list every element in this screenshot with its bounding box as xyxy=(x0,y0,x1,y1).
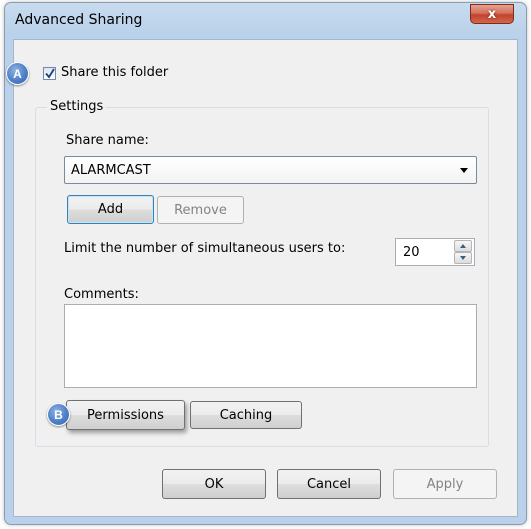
user-limit-spinner[interactable] xyxy=(453,238,475,266)
comments-label: Comments: xyxy=(64,287,139,302)
spin-up-button[interactable] xyxy=(454,240,472,252)
add-button[interactable]: Add xyxy=(67,195,154,224)
ok-button[interactable]: OK xyxy=(162,469,266,499)
cancel-button-label: Cancel xyxy=(306,476,352,492)
user-limit-value: 20 xyxy=(403,245,420,260)
window-title: Advanced Sharing xyxy=(15,12,143,28)
callout-a-badge: A xyxy=(6,62,29,85)
cancel-button[interactable]: Cancel xyxy=(277,469,381,499)
settings-group-title: Settings xyxy=(47,99,107,114)
dropdown-arrow-icon[interactable] xyxy=(460,168,468,173)
apply-button-label: Apply xyxy=(426,476,464,492)
spin-down-button[interactable] xyxy=(454,252,472,264)
callout-b-badge: B xyxy=(47,403,70,426)
share-folder-label[interactable]: Share this folder xyxy=(61,65,168,80)
share-name-label: Share name: xyxy=(66,133,149,148)
permissions-button[interactable]: Permissions xyxy=(66,400,185,430)
permissions-button-label: Permissions xyxy=(87,407,164,423)
caching-button-label: Caching xyxy=(219,407,273,423)
remove-button-label: Remove xyxy=(174,202,227,218)
caching-button[interactable]: Caching xyxy=(190,401,302,429)
share-name-combobox[interactable]: ALARMCAST xyxy=(64,156,477,184)
title-bar[interactable]: Advanced Sharing x xyxy=(5,3,526,41)
close-icon: x xyxy=(487,6,497,22)
user-limit-input[interactable]: 20 xyxy=(395,238,455,266)
close-button[interactable]: x xyxy=(470,4,514,24)
apply-button[interactable]: Apply xyxy=(393,469,497,499)
arrow-up-icon xyxy=(460,244,466,248)
user-limit-label: Limit the number of simultaneous users t… xyxy=(64,241,346,256)
share-folder-checkbox[interactable] xyxy=(43,67,56,80)
remove-button[interactable]: Remove xyxy=(157,196,244,224)
arrow-down-icon xyxy=(460,256,466,260)
checkmark-icon xyxy=(45,68,55,79)
share-name-value: ALARMCAST xyxy=(71,163,151,178)
add-button-label: Add xyxy=(97,202,124,217)
comments-textarea[interactable] xyxy=(64,304,477,388)
ok-button-label: OK xyxy=(204,476,224,492)
